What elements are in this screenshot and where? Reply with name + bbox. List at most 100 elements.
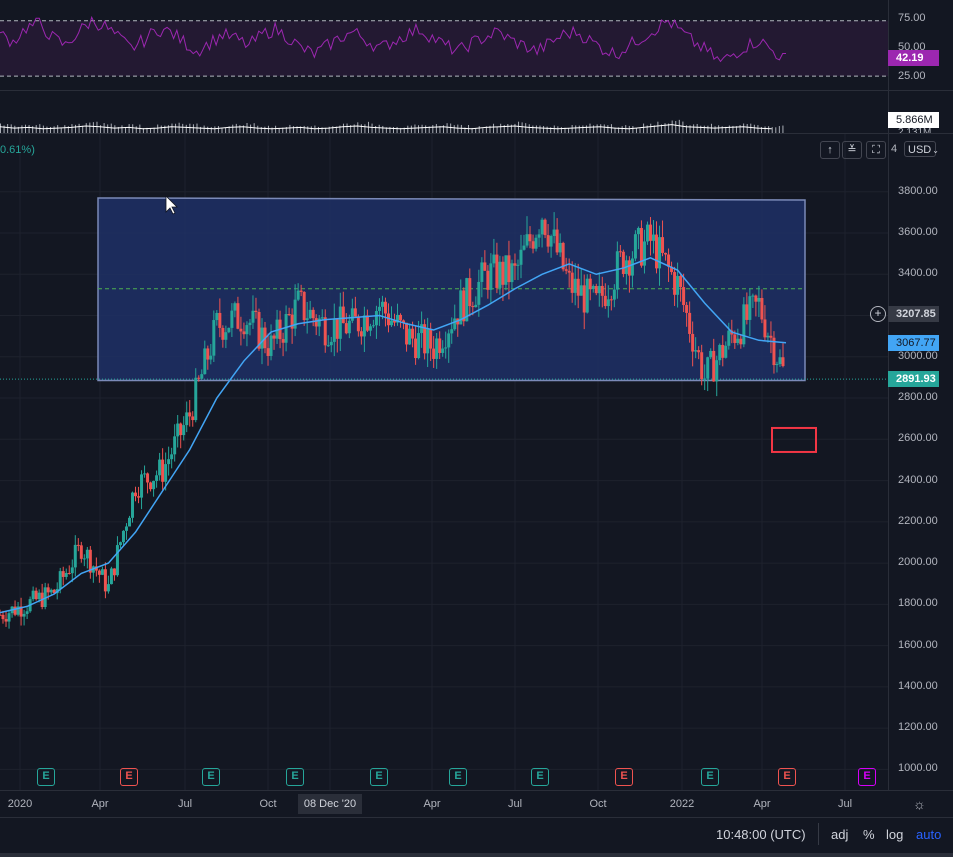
volume-bar [78, 123, 80, 133]
candle-body [606, 299, 610, 307]
candle-body [594, 286, 598, 294]
maximize-pane-button[interactable]: ⛶ [866, 141, 886, 159]
candle-body [757, 297, 761, 302]
volume-bar [53, 126, 55, 133]
volume-bar [167, 125, 169, 133]
candle-body [149, 482, 153, 490]
earnings-beat-icon[interactable]: E [449, 768, 467, 786]
volume-bar [707, 125, 709, 133]
earnings-beat-icon[interactable]: E [37, 768, 55, 786]
candle-body [636, 227, 640, 235]
candle-body [408, 328, 412, 345]
volume-bar [375, 126, 377, 133]
candle-body [694, 350, 698, 352]
candle-body [558, 242, 562, 253]
candle-body [25, 611, 29, 614]
earnings-miss-icon[interactable]: E [120, 768, 138, 786]
candle-body [516, 264, 520, 266]
price-tick-label: 2400.00 [898, 473, 938, 486]
time-tick-label: 2022 [669, 798, 695, 810]
price-tick-label: 3000.00 [898, 349, 938, 362]
candle-body [748, 296, 752, 320]
volume-bar [518, 121, 520, 133]
percent-toggle[interactable]: % [863, 827, 875, 842]
candle-body [61, 571, 65, 577]
candle-body [742, 304, 746, 345]
candle-body [673, 272, 677, 295]
volume-bar [382, 125, 384, 133]
candle-body [420, 324, 424, 334]
candle-body [579, 285, 583, 296]
candle-body [585, 278, 589, 313]
auto-toggle[interactable]: auto [916, 827, 941, 842]
candle-body [97, 570, 101, 575]
candle-body [528, 234, 532, 242]
earnings-miss-icon[interactable]: E [615, 768, 633, 786]
candle-body [173, 436, 177, 455]
move-up-button[interactable]: ↑ [820, 141, 840, 159]
candle-body [447, 333, 451, 348]
clock-label[interactable]: 10:48:00 (UTC) [716, 827, 806, 842]
rsi-pane[interactable] [0, 0, 888, 90]
candle-body [206, 348, 210, 360]
candle-body [200, 374, 204, 379]
volume-bar [96, 121, 98, 133]
currency-select[interactable]: USD⌄ [904, 141, 939, 157]
volume-bar [182, 123, 184, 133]
volume-bar [478, 126, 480, 133]
earnings-beat-icon[interactable]: E [286, 768, 304, 786]
volume-bar [435, 124, 437, 133]
time-tick-label: Apr [423, 798, 441, 810]
candle-body [450, 329, 454, 334]
candle-body [429, 328, 433, 349]
candle-body [618, 251, 622, 253]
candle-body [639, 227, 643, 266]
earnings-future-icon[interactable]: E [858, 768, 876, 786]
candle-body [380, 301, 384, 307]
volume-ma-line [0, 124, 772, 130]
candle-body [112, 568, 116, 576]
candle-body [134, 492, 138, 497]
last-price-tag: 2891.93 [888, 371, 939, 388]
earnings-beat-icon[interactable]: E [531, 768, 549, 786]
volume-bar [596, 124, 598, 133]
earnings-beat-icon[interactable]: E [202, 768, 220, 786]
candle-body [203, 348, 207, 375]
time-axis[interactable] [0, 790, 953, 817]
earnings-beat-icon[interactable]: E [701, 768, 719, 786]
volume-bar [750, 123, 752, 133]
candle-body [769, 335, 773, 338]
price-tick-label: 3600.00 [898, 226, 938, 239]
candle-body [775, 364, 779, 366]
candle-body [531, 241, 535, 249]
price-pane[interactable] [0, 134, 888, 790]
candle-body [230, 310, 234, 328]
candle-body [227, 327, 231, 333]
volume-bar [432, 125, 434, 133]
candle-body [438, 338, 442, 353]
volume-bar [578, 125, 580, 133]
settings-gear-icon[interactable]: ☼ [913, 796, 926, 812]
volume-bar [203, 125, 205, 133]
earnings-beat-icon[interactable]: E [370, 768, 388, 786]
adj-toggle[interactable]: adj [831, 827, 848, 842]
candle-body [251, 310, 255, 323]
volume-pane[interactable] [0, 91, 888, 133]
add-alert-plus-icon[interactable]: + [870, 305, 886, 322]
candle-body [522, 245, 526, 250]
candle-body [299, 290, 303, 292]
candle-body [79, 545, 83, 559]
candle-body [212, 320, 216, 356]
earnings-miss-icon[interactable]: E [778, 768, 796, 786]
volume-bar [217, 126, 219, 133]
collapse-pane-button[interactable]: ≚ [842, 141, 862, 159]
candle-body [179, 423, 183, 436]
candle-body [489, 263, 493, 290]
candle-body [338, 306, 342, 339]
candle-body [31, 590, 35, 600]
candle-body [600, 285, 604, 296]
log-toggle[interactable]: log [886, 827, 903, 842]
crosshair-price-tag: 3207.85 [888, 305, 939, 322]
candle-body [371, 325, 375, 327]
volume-bar [650, 123, 652, 133]
